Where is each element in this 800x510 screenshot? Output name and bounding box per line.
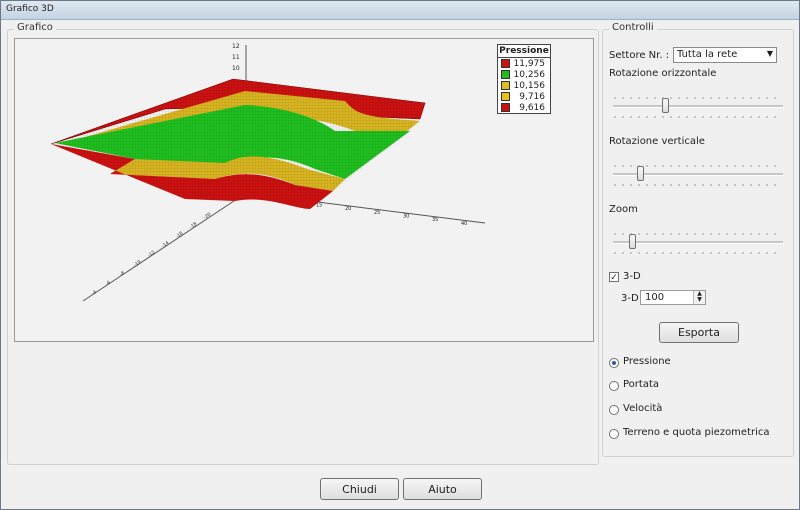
legend-swatch <box>501 92 510 101</box>
depth-spinbox[interactable]: 100 ▲ ▼ <box>640 290 706 305</box>
legend-swatch <box>501 81 510 90</box>
rotazione-orizzontale-slider[interactable] <box>613 96 783 118</box>
axis-tick-label: 30 <box>403 214 409 220</box>
rotazione-orizzontale-label: Rotazione orizzontale <box>609 68 717 79</box>
radio-label: Terreno e quota piezometrica <box>623 427 770 438</box>
legend-item: 10,256 <box>498 69 550 80</box>
legend-item: 9,616 <box>498 102 550 113</box>
radio-button[interactable] <box>609 381 619 391</box>
window-title: Grafico 3D <box>6 4 54 14</box>
depth-value: 100 <box>645 292 665 303</box>
spin-arrows-icon[interactable]: ▲ ▼ <box>693 291 705 304</box>
legend-item: 9,716 <box>498 91 550 102</box>
legend-swatch <box>501 103 510 112</box>
radio-label: Portata <box>623 379 660 390</box>
axis-tick-label: -18 <box>189 221 199 230</box>
settore-select[interactable]: Tutta la rete ▼ <box>673 47 777 63</box>
aiuto-button[interactable]: Aiuto <box>403 478 482 500</box>
radio-button[interactable] <box>609 358 619 368</box>
axis-tick-label: 20 <box>345 206 351 212</box>
legend-value: 9,716 <box>519 91 545 102</box>
pressure-legend-title: Pressione <box>498 46 550 58</box>
zoom-label: Zoom <box>609 204 638 215</box>
axis-tick-label: 35 <box>432 217 438 223</box>
slider-thumb[interactable] <box>637 166 644 181</box>
settore-select-value: Tutta la rete <box>677 49 738 60</box>
checkbox-3d-label: 3-D <box>623 271 641 282</box>
slider-thumb[interactable] <box>662 98 669 113</box>
legend-item: 10,156 <box>498 80 550 91</box>
checkbox-3d[interactable]: ✓ <box>609 272 619 283</box>
rotazione-verticale-label: Rotazione verticale <box>609 136 705 147</box>
esporta-button[interactable]: Esporta <box>659 322 739 343</box>
title-bar: Grafico 3D <box>1 1 799 20</box>
grafico-group-label: Grafico <box>14 22 56 33</box>
legend-item: 11,975 <box>498 58 550 69</box>
window: Grafico 3D Grafico 510152025303540 -20-1… <box>0 0 800 510</box>
settore-label: Settore Nr. : <box>609 50 670 61</box>
axis-tick-label: -12 <box>147 249 157 258</box>
axis-tick-label: -14 <box>161 240 171 249</box>
depth-label: 3-D <box>621 293 639 304</box>
axis-tick-label: 12 <box>232 43 240 50</box>
axis-tick-label: -10 <box>133 259 143 268</box>
grafico-group: Grafico 510152025303540 -20-18-16-14-12-… <box>7 22 599 465</box>
chevron-down-icon: ▼ <box>766 49 773 58</box>
legend-value: 9,616 <box>519 102 545 113</box>
rotazione-verticale-slider[interactable] <box>613 164 783 186</box>
radio-button[interactable] <box>609 405 619 415</box>
axis-tick-label: -20 <box>203 211 213 220</box>
radio-label: Pressione <box>623 356 671 367</box>
controlli-group: Controlli Settore Nr. : Tutta la rete ▼ … <box>602 22 794 457</box>
legend-value: 10,156 <box>513 80 546 91</box>
axis-tick-label: 11 <box>232 54 240 61</box>
radio-label: Velocità <box>623 403 663 414</box>
axis-tick-label: 40 <box>461 221 467 227</box>
controlli-group-label: Controlli <box>609 22 657 33</box>
legend-swatch <box>501 70 510 79</box>
radio-button[interactable] <box>609 429 619 439</box>
axis-tick-label: 25 <box>374 210 380 216</box>
slider-thumb[interactable] <box>629 234 636 249</box>
legend-value: 11,975 <box>513 58 546 69</box>
zoom-slider[interactable] <box>613 232 783 254</box>
legend-swatch <box>501 59 510 68</box>
chiudi-button[interactable]: Chiudi <box>320 478 399 500</box>
axis-tick-label: -16 <box>175 230 185 239</box>
axis-tick-label: 10 <box>232 65 240 72</box>
plot-area[interactable]: 510152025303540 -20-18-16-14-12-10-8-6-4… <box>14 38 594 342</box>
legend-value: 10,256 <box>513 69 546 80</box>
pressure-legend: Pressione 11,975 10,256 10,156 9,716 9,616 <box>497 44 551 114</box>
